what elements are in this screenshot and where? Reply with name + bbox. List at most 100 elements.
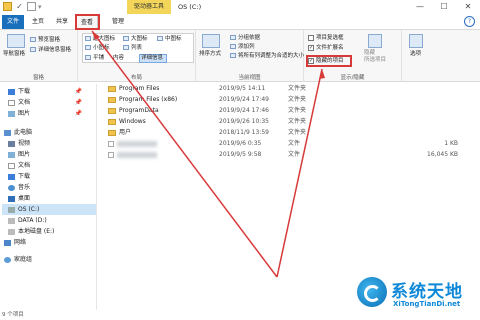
- sidebar-item-documents[interactable]: 文档: [2, 160, 96, 171]
- sort-by-icon[interactable]: [202, 34, 220, 48]
- pin-icon: 📌: [74, 110, 82, 117]
- folder-icon[interactable]: [3, 2, 12, 11]
- sort-by-button[interactable]: 排序方式: [199, 50, 221, 58]
- options-icon[interactable]: [409, 34, 423, 48]
- document-icon: [8, 162, 15, 169]
- new-folder-icon[interactable]: [27, 2, 36, 11]
- checkbox-checked[interactable]: ✓: [308, 44, 314, 51]
- sidebar-item-label: 文档: [18, 162, 31, 169]
- layout-extra-large-icons[interactable]: 超大图标: [85, 35, 115, 43]
- sidebar-item-label: 网络: [14, 239, 27, 246]
- sidebar-item-network[interactable]: 网络: [2, 237, 96, 248]
- details-pane-icon: [30, 47, 36, 52]
- sidebar-item-pictures[interactable]: 图片: [2, 149, 96, 160]
- help-icon[interactable]: ?: [464, 16, 475, 27]
- layout-tiles[interactable]: 平铺: [85, 54, 104, 62]
- layout-list[interactable]: 列表: [123, 44, 142, 52]
- options-group: 选项: [402, 30, 434, 82]
- layout-medium-icons[interactable]: 中图标: [157, 35, 182, 43]
- options-button[interactable]: 选项: [410, 50, 421, 58]
- sidebar-item-local-disk-e[interactable]: 本地磁盘 (E:): [2, 226, 96, 237]
- sidebar-item-downloads[interactable]: 下载: [2, 171, 96, 182]
- layout-content[interactable]: 内容: [113, 54, 124, 62]
- file-extensions-toggle[interactable]: ✓ 文件扩展名: [308, 44, 344, 52]
- close-button[interactable]: ✕: [456, 0, 480, 14]
- item-checkboxes-toggle[interactable]: 项目复选框: [308, 34, 344, 42]
- drive-icon: [8, 217, 15, 224]
- item-checkboxes-label: 项目复选框: [316, 35, 344, 41]
- details-pane-button[interactable]: 详细信息窗格: [30, 46, 71, 54]
- properties-icon[interactable]: ✓: [15, 2, 24, 11]
- checkbox-unchecked[interactable]: [308, 34, 314, 41]
- preview-pane-icon: [30, 37, 36, 42]
- layout-details[interactable]: 详细信息: [141, 54, 163, 62]
- desktop-icon: [8, 195, 15, 202]
- pane-group-label: 窗格: [32, 75, 44, 81]
- video-icon: [8, 140, 15, 147]
- drive-tools-context-tab[interactable]: 驱动器工具: [127, 0, 171, 14]
- group-by-label: 分组依据: [238, 35, 261, 41]
- sidebar-item-label: 桌面: [18, 195, 31, 202]
- file-type: 文件: [288, 151, 301, 158]
- list-icon: [123, 45, 129, 50]
- sidebar-item-label: 家庭组: [14, 256, 33, 263]
- drive-icon: [8, 206, 15, 213]
- file-type: 文件夹: [288, 96, 307, 103]
- tab-manage[interactable]: 管理: [107, 15, 129, 29]
- file-name: Program Files (x86): [108, 95, 177, 105]
- list-item[interactable]: 用户 2018/11/9 13:59 文件夹: [98, 128, 480, 138]
- file-name-text: 用户: [119, 129, 132, 136]
- navigation-sidebar: 下载 📌 文档 📌 图片 📌 此电脑 视频 图片 文档 下载 音乐 桌面 OS (C:…: [0, 84, 97, 310]
- tab-home[interactable]: 主页: [27, 15, 49, 29]
- navigation-pane-icon[interactable]: [7, 34, 25, 48]
- list-item[interactable]: Program Files (x86) 2019/9/24 17:49 文件夹: [98, 95, 480, 105]
- sidebar-item-downloads-quick[interactable]: 下载 📌: [2, 86, 96, 97]
- tab-file[interactable]: 文件: [2, 15, 24, 29]
- size-all-columns-button[interactable]: 将所有列调整为合适的大小: [230, 52, 304, 60]
- pin-icon: 📌: [74, 99, 82, 106]
- list-item[interactable]: 2019/9/5 9:58 文件 16,045 KB: [98, 150, 480, 160]
- size-columns-label: 将所有列调整为合适的大小: [238, 53, 305, 59]
- preview-pane-button[interactable]: 预览窗格: [30, 36, 60, 44]
- add-columns-button[interactable]: 添加列: [230, 43, 255, 51]
- list-item[interactable]: ProgramData 2019/9/24 17:46 文件夹: [98, 106, 480, 116]
- folder-icon: [108, 129, 116, 136]
- layout-small-icons[interactable]: 小图标: [85, 44, 110, 52]
- hide-selected-icon[interactable]: [368, 34, 382, 48]
- list-item[interactable]: Windows 2019/9/26 10:35 文件夹: [98, 117, 480, 127]
- pin-icon: 📌: [74, 88, 82, 95]
- sidebar-item-data-d[interactable]: DATA (D:): [2, 215, 96, 226]
- hide-selected-button[interactable]: 隐藏 所选项目: [364, 50, 386, 64]
- minimize-button[interactable]: —: [408, 0, 432, 14]
- file-date: 2019/9/6 0:35: [219, 140, 262, 147]
- sidebar-item-os-c[interactable]: OS (C:): [2, 204, 96, 215]
- file-type: 文件夹: [288, 107, 307, 114]
- music-icon: [8, 184, 15, 191]
- network-icon: [4, 239, 11, 246]
- sidebar-item-pictures-quick[interactable]: 图片 📌: [2, 108, 96, 119]
- title-bar: ✓ ▾ 驱动器工具 OS (C:) — ☐ ✕: [0, 0, 480, 14]
- sidebar-item-documents-quick[interactable]: 文档 📌: [2, 97, 96, 108]
- group-by-button[interactable]: 分组依据: [230, 34, 260, 42]
- layout-label: 大图标: [131, 36, 148, 42]
- sidebar-item-this-pc[interactable]: 此电脑: [2, 127, 96, 138]
- view-tab-highlight: [75, 14, 100, 30]
- layout-large-icons[interactable]: 大图标: [123, 35, 148, 43]
- watermark-url: XiTongTianDi.net: [393, 300, 461, 308]
- sidebar-item-desktop[interactable]: 桌面: [2, 193, 96, 204]
- size-columns-icon: [230, 53, 236, 58]
- sidebar-item-videos[interactable]: 视频: [2, 138, 96, 149]
- layout-label: 超大图标: [93, 36, 116, 42]
- file-date: 2018/11/9 13:59: [219, 129, 269, 136]
- current-view-group: 排序方式 分组依据 添加列 将所有列调整为合适的大小 当前视图: [196, 30, 304, 82]
- quick-access-dropdown-icon[interactable]: ▾: [38, 3, 42, 11]
- list-item[interactable]: 2019/9/6 0:35 文件 1 KB: [98, 139, 480, 149]
- extra-large-icons-icon: [85, 36, 91, 41]
- maximize-button[interactable]: ☐: [432, 0, 456, 14]
- tab-share[interactable]: 共享: [51, 15, 73, 29]
- list-item[interactable]: Program Files 2019/9/5 14:11 文件夹: [98, 84, 480, 94]
- sidebar-item-label: 本地磁盘 (E:): [18, 228, 55, 235]
- sidebar-item-homegroup[interactable]: 家庭组: [2, 254, 96, 265]
- navigation-pane-button[interactable]: 导航窗格: [3, 50, 25, 58]
- sidebar-item-music[interactable]: 音乐: [2, 182, 96, 193]
